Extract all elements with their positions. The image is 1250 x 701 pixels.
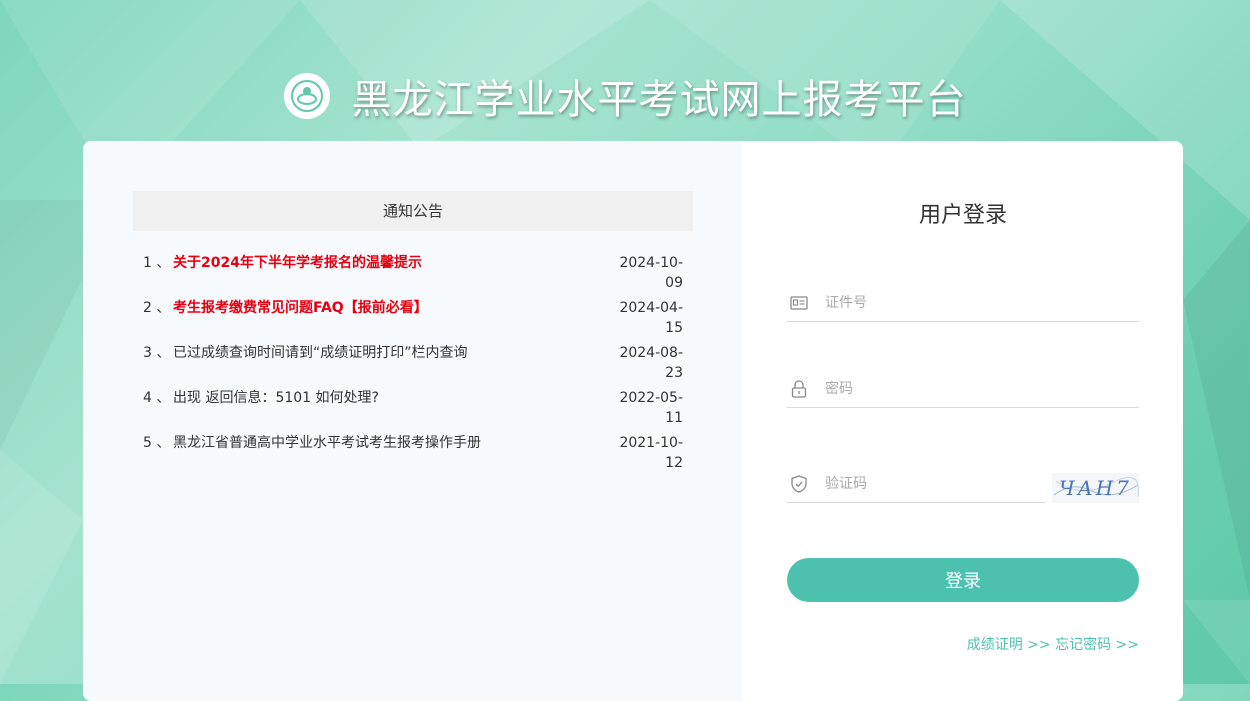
footer-links: 成绩证明 >> 忘记密码 >> — [967, 634, 1139, 654]
notice-panel: 通知公告 1 、 关于2024年下半年学考报名的温馨提示 2024-10-09 … — [83, 141, 742, 701]
login-button[interactable]: 登录 — [787, 558, 1139, 602]
password-input[interactable] — [823, 373, 1139, 405]
emblem-icon — [290, 80, 323, 112]
notice-link[interactable]: 关于2024年下半年学考报名的温馨提示 — [173, 253, 603, 298]
captcha-input[interactable] — [823, 468, 1045, 500]
notice-index: 4 、 — [143, 390, 171, 406]
notice-date: 2024-08-23 — [619, 345, 683, 381]
notice-link[interactable]: 出现 返回信息：5101 如何处理? — [173, 388, 603, 433]
notice-link[interactable]: 已过成绩查询时间请到“成绩证明打印”栏内查询 — [173, 343, 603, 388]
notice-link[interactable]: 考生报考缴费常见问题FAQ【报前必看】 — [173, 298, 603, 343]
captcha-image[interactable]: ЧАН7 — [1052, 473, 1139, 503]
password-field — [787, 371, 1139, 408]
id-number-field — [787, 285, 1139, 322]
notice-index: 5 、 — [143, 435, 171, 451]
notice-item[interactable]: 2 、 考生报考缴费常见问题FAQ【报前必看】 2024-04-15 — [133, 298, 693, 343]
notice-index: 2 、 — [143, 300, 171, 316]
id-number-input[interactable] — [823, 287, 1139, 319]
notice-item[interactable]: 3 、 已过成绩查询时间请到“成绩证明打印”栏内查询 2024-08-23 — [133, 343, 693, 388]
captcha-text: ЧАН7 — [1059, 476, 1132, 500]
notice-index: 1 、 — [143, 255, 171, 271]
forgot-password-link[interactable]: 忘记密码 >> — [1055, 637, 1139, 653]
captcha-field — [787, 466, 1045, 503]
login-title: 用户登录 — [918, 203, 1007, 228]
site-logo — [283, 73, 330, 119]
notice-link[interactable]: 黑龙江省普通高中学业水平考试考生报考操作手册 — [173, 433, 603, 478]
notice-item[interactable]: 4 、 出现 返回信息：5101 如何处理? 2022-05-11 — [133, 388, 693, 433]
lock-icon — [789, 379, 809, 399]
site-header: 黑龙江学业水平考试网上报考平台 — [0, 68, 1250, 124]
notice-date: 2022-05-11 — [619, 390, 683, 426]
notice-list: 1 、 关于2024年下半年学考报名的温馨提示 2024-10-09 2 、 考… — [133, 253, 693, 478]
score-certificate-link[interactable]: 成绩证明 >> — [967, 637, 1051, 653]
login-panel: 用户登录 证件号 验证码 ЧАН7 登录 成绩证明 >> 忘记密码 >> — [742, 141, 1183, 701]
id-card-icon — [789, 293, 809, 313]
notice-index: 3 、 — [143, 345, 171, 361]
site-title: 黑龙江学业水平考试网上报考平台 — [351, 77, 967, 123]
main-card: 通知公告 1 、 关于2024年下半年学考报名的温馨提示 2024-10-09 … — [83, 141, 1183, 701]
notice-date: 2024-10-09 — [619, 255, 683, 291]
notice-heading: 通知公告 — [133, 191, 693, 231]
notice-date: 2021-10-12 — [619, 435, 683, 471]
notice-item[interactable]: 1 、 关于2024年下半年学考报名的温馨提示 2024-10-09 — [133, 253, 693, 298]
notice-date: 2024-04-15 — [619, 300, 683, 336]
notice-item[interactable]: 5 、 黑龙江省普通高中学业水平考试考生报考操作手册 2021-10-12 — [133, 433, 693, 478]
shield-icon — [789, 474, 809, 494]
